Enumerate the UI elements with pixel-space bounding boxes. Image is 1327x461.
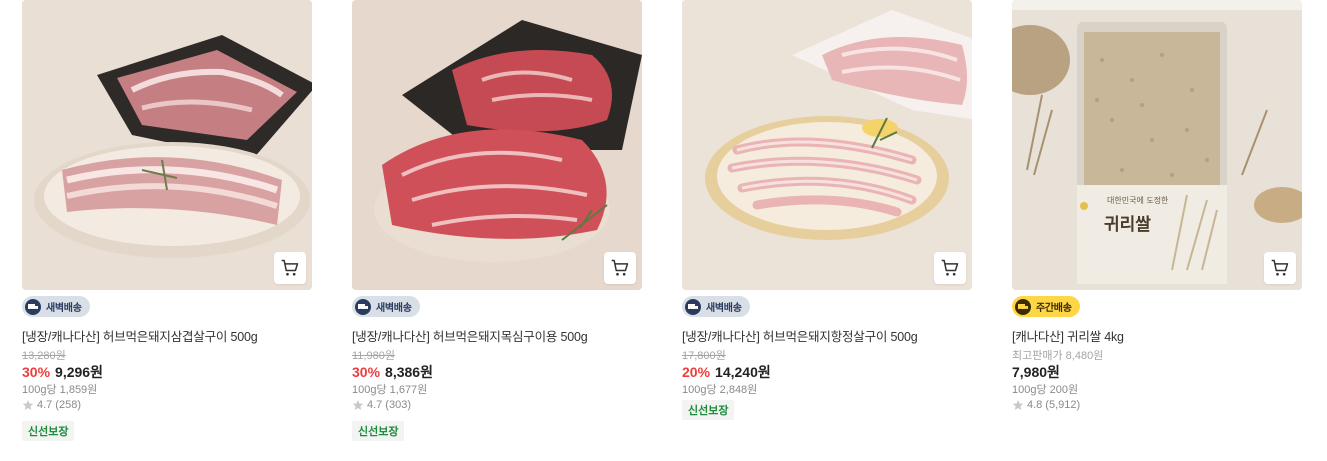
cart-icon bbox=[281, 259, 299, 276]
price-row: 30% 9,296원 bbox=[22, 362, 103, 382]
delivery-badge: 새벽배송 bbox=[22, 296, 90, 317]
price-row: 20% 14,240원 bbox=[682, 362, 771, 382]
cart-icon bbox=[941, 259, 959, 276]
delivery-truck-icon bbox=[25, 298, 41, 315]
sale-price: 7,980원 bbox=[1012, 364, 1060, 380]
delivery-badge: 새벽배송 bbox=[352, 296, 420, 317]
unit-price: 100g당 2,848원 bbox=[682, 384, 758, 396]
product-card-pork-belly[interactable]: 새벽배송 [냉장/캐나다산] 허브먹은돼지삼겹살구이 500g 13,280원 … bbox=[22, 0, 312, 461]
discount-rate: 30% bbox=[22, 364, 51, 380]
product-image[interactable] bbox=[352, 0, 642, 290]
product-card-oat-rice[interactable]: 대한민국에 도정한 귀리쌀 주간배송 [캐나다산] 귀리쌀 4kg 최고판매가 … bbox=[1012, 0, 1302, 461]
delivery-truck-icon bbox=[685, 298, 701, 315]
product-grid: 새벽배송 [냉장/캐나다산] 허브먹은돼지삼겹살구이 500g 13,280원 … bbox=[0, 0, 1327, 461]
review-count: (5,912) bbox=[1045, 399, 1081, 411]
review-count: (258) bbox=[55, 399, 81, 411]
pork-jowl-image bbox=[682, 0, 972, 290]
sale-price: 14,240원 bbox=[715, 364, 771, 380]
product-name[interactable]: [캐나다산] 귀리쌀 4kg bbox=[1012, 326, 1302, 345]
original-price: 13,280원 bbox=[22, 350, 66, 362]
rating: 4.7 (258) bbox=[22, 399, 81, 411]
delivery-truck-icon bbox=[1015, 298, 1031, 315]
price-row: 7,980원 bbox=[1012, 362, 1060, 382]
review-count: (303) bbox=[385, 399, 411, 411]
delivery-badge-label: 새벽배송 bbox=[376, 303, 412, 314]
discount-rate: 30% bbox=[352, 364, 381, 380]
delivery-badge: 새벽배송 bbox=[682, 296, 750, 317]
cart-icon bbox=[1271, 259, 1289, 276]
product-name[interactable]: [냉장/캐나다산] 허브먹은돼지삼겹살구이 500g bbox=[22, 326, 312, 345]
cart-icon bbox=[611, 259, 629, 276]
pork-neck-image bbox=[352, 0, 642, 290]
delivery-badge-label: 주간배송 bbox=[1036, 303, 1072, 314]
discount-rate: 20% bbox=[682, 364, 711, 380]
unit-price: 100g당 200원 bbox=[1012, 384, 1079, 396]
package-subtitle-text: 대한민국에 도정한 bbox=[1107, 195, 1169, 205]
fresh-guarantee-tag: 신선보장 bbox=[352, 421, 405, 441]
rating: 4.8 (5,912) bbox=[1012, 399, 1080, 411]
star-icon bbox=[352, 400, 364, 410]
product-card-pork-neck[interactable]: 새벽배송 [냉장/캐나다산] 허브먹은돼지목심구이용 500g 11,980원 … bbox=[352, 0, 642, 461]
sale-price: 8,386원 bbox=[385, 364, 433, 380]
product-image[interactable] bbox=[22, 0, 312, 290]
original-price: 11,980원 bbox=[352, 350, 395, 362]
sale-price: 9,296원 bbox=[55, 364, 103, 380]
rating-score: 4.7 bbox=[367, 399, 383, 411]
unit-price: 100g당 1,859원 bbox=[22, 384, 98, 396]
star-icon bbox=[1012, 400, 1024, 410]
delivery-badge: 주간배송 bbox=[1012, 296, 1080, 317]
add-to-cart-button[interactable] bbox=[604, 252, 636, 284]
product-image[interactable] bbox=[682, 0, 972, 290]
delivery-badge-label: 새벽배송 bbox=[706, 303, 742, 314]
package-title-text: 귀리쌀 bbox=[1104, 215, 1151, 235]
unit-price: 100g당 1,677원 bbox=[352, 384, 428, 396]
rating: 4.7 (303) bbox=[352, 399, 411, 411]
oat-rice-bag-image: 대한민국에 도정한 귀리쌀 bbox=[1012, 0, 1302, 290]
fresh-guarantee-tag: 신선보장 bbox=[682, 400, 735, 420]
fresh-guarantee-tag: 신선보장 bbox=[22, 421, 75, 441]
product-name[interactable]: [냉장/캐나다산] 허브먹은돼지항정살구이 500g bbox=[682, 326, 972, 345]
product-image[interactable]: 대한민국에 도정한 귀리쌀 bbox=[1012, 0, 1302, 290]
price-row: 30% 8,386원 bbox=[352, 362, 433, 382]
product-card-pork-jowl[interactable]: 새벽배송 [냉장/캐나다산] 허브먹은돼지항정살구이 500g 17,800원 … bbox=[682, 0, 972, 461]
original-price: 17,800원 bbox=[682, 350, 726, 362]
delivery-badge-label: 새벽배송 bbox=[46, 303, 82, 314]
rating-score: 4.7 bbox=[37, 399, 53, 411]
add-to-cart-button[interactable] bbox=[274, 252, 306, 284]
product-name[interactable]: [냉장/캐나다산] 허브먹은돼지목심구이용 500g bbox=[352, 326, 642, 345]
rating-score: 4.8 bbox=[1027, 399, 1043, 411]
pork-belly-image bbox=[22, 0, 312, 290]
add-to-cart-button[interactable] bbox=[1264, 252, 1296, 284]
star-icon bbox=[22, 400, 34, 410]
delivery-truck-icon bbox=[355, 298, 371, 315]
highest-sale-price: 최고판매가 8,480원 bbox=[1012, 350, 1104, 362]
add-to-cart-button[interactable] bbox=[934, 252, 966, 284]
